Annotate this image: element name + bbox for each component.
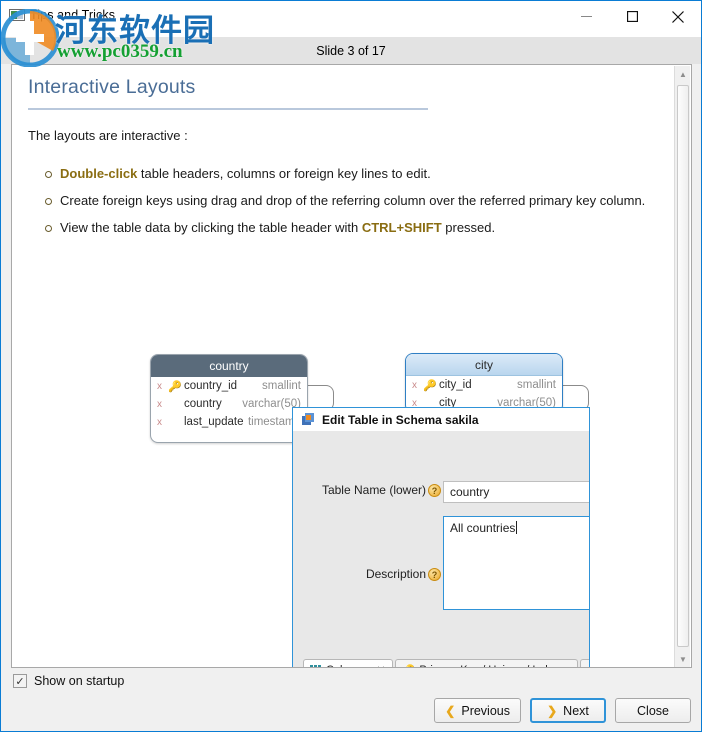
bullet-bold-0: Double-click bbox=[60, 166, 138, 181]
slide-lead-text: The layouts are interactive : bbox=[28, 128, 188, 143]
table-header-city[interactable]: city bbox=[406, 354, 562, 376]
list-item: Double-click table headers, columns or f… bbox=[45, 161, 654, 186]
bullet-text-1: Create foreign keys using drag and drop … bbox=[60, 193, 646, 208]
tab-foreign-key[interactable]: ↗ bbox=[579, 659, 589, 667]
nullable-marker-icon: x bbox=[157, 398, 162, 410]
text-caret bbox=[516, 521, 518, 534]
description-value: All countries bbox=[450, 521, 516, 535]
column-name: country bbox=[184, 398, 222, 410]
key-icon: 🔑 bbox=[168, 380, 182, 393]
table-name-value: country bbox=[450, 485, 490, 499]
tab-columns-label: Columns bbox=[326, 664, 369, 667]
table-name-input[interactable]: country bbox=[443, 481, 589, 503]
tab-primary-key[interactable]: 🔑 Primary Key / Unique / Indexes bbox=[394, 659, 578, 668]
description-label: Description bbox=[365, 567, 426, 581]
close-icon[interactable] bbox=[655, 1, 701, 32]
bullet-bold-2: CTRL+SHIFT bbox=[361, 220, 442, 235]
key-icon: 🔑 bbox=[402, 664, 416, 668]
diagram-table-country[interactable]: country x 🔑 country_id smallint x countr… bbox=[150, 354, 308, 443]
foreign-key-icon: ↗ bbox=[587, 663, 589, 667]
dialog-body: Table Name (lower) ? country Description… bbox=[293, 431, 589, 668]
column-name: country_id bbox=[184, 380, 238, 392]
previous-button-label: Previous bbox=[461, 703, 510, 718]
tab-close-icon[interactable]: ✕ bbox=[376, 664, 385, 668]
show-on-startup-label: Show on startup bbox=[34, 674, 125, 688]
description-label-row: Description ? bbox=[311, 567, 441, 581]
title-bar: Tips and Tricks bbox=[1, 1, 701, 37]
close-button[interactable]: Close bbox=[615, 698, 691, 723]
table-row[interactable]: x 🔑 country_id smallint bbox=[151, 377, 307, 395]
help-icon[interactable]: ? bbox=[428, 567, 441, 581]
nullable-marker-icon: x bbox=[412, 379, 417, 391]
scroll-down-icon[interactable]: ▼ bbox=[675, 651, 691, 667]
columns-icon bbox=[310, 664, 321, 667]
scroll-up-icon[interactable]: ▲ bbox=[675, 66, 691, 83]
chevron-right-icon: ❯ bbox=[547, 703, 558, 718]
dialog-footer-buttons: ❮ Previous ❯ Next Close bbox=[434, 698, 691, 723]
presentation-icon bbox=[9, 8, 26, 24]
maximize-icon[interactable] bbox=[609, 1, 655, 32]
slide-content-panel: Interactive Layouts The layouts are inte… bbox=[11, 64, 692, 668]
next-button-label: Next bbox=[563, 703, 589, 718]
table-cube-icon bbox=[302, 413, 314, 425]
bullet-text-0: table headers, columns or foreign key li… bbox=[137, 166, 431, 181]
dialog-title: Edit Table in Schema sakila bbox=[322, 412, 479, 427]
table-row[interactable]: x last_update timestamp bbox=[151, 413, 307, 431]
table-name-label: Table Name (lower) bbox=[321, 483, 426, 497]
tips-and-tricks-window: Tips and Tricks 河东软件园 www.pc0359.cn Slid… bbox=[0, 0, 702, 732]
show-on-startup-row[interactable]: ✓ Show on startup bbox=[13, 674, 124, 688]
key-icon: 🔑 bbox=[423, 379, 437, 392]
window-controls bbox=[563, 1, 701, 32]
nullable-marker-icon: x bbox=[157, 416, 162, 428]
next-button[interactable]: ❯ Next bbox=[530, 698, 606, 723]
column-type: smallint bbox=[517, 379, 556, 391]
bullet-list: Double-click table headers, columns or f… bbox=[38, 161, 654, 242]
column-type: smallint bbox=[262, 380, 301, 392]
scrollbar-thumb[interactable] bbox=[677, 85, 689, 647]
list-item: Create foreign keys using drag and drop … bbox=[45, 188, 654, 213]
bullet-tail-2: pressed. bbox=[441, 220, 496, 235]
minimize-icon[interactable] bbox=[563, 1, 609, 32]
table-header-country[interactable]: country bbox=[151, 355, 307, 377]
nullable-marker-icon: x bbox=[157, 380, 162, 392]
table-row[interactable]: x country varchar(50) bbox=[151, 395, 307, 413]
dialog-title-bar: Edit Table in Schema sakila bbox=[293, 408, 589, 431]
tab-primary-key-label: Primary Key / Unique / Indexes bbox=[419, 664, 571, 667]
show-on-startup-checkbox[interactable]: ✓ bbox=[13, 674, 27, 688]
vertical-scrollbar[interactable]: ▲ ▼ bbox=[674, 66, 691, 667]
tab-columns[interactable]: Columns ✕ bbox=[303, 659, 393, 667]
page-title: Interactive Layouts bbox=[28, 76, 196, 98]
diagram-table-city[interactable]: city x 🔑 city_id smallint x city varchar… bbox=[405, 353, 563, 413]
previous-button[interactable]: ❮ Previous bbox=[434, 698, 521, 723]
slide-content: Interactive Layouts The layouts are inte… bbox=[12, 65, 675, 667]
table-name-label-row: Table Name (lower) ? bbox=[311, 483, 441, 497]
slide-counter: Slide 3 of 17 bbox=[1, 37, 701, 64]
table-row[interactable]: x 🔑 city_id smallint bbox=[406, 376, 562, 394]
column-name: last_update bbox=[184, 416, 244, 428]
dialog-tabs: Columns ✕ 🔑 Primary Key / Unique / Index… bbox=[303, 659, 589, 668]
chevron-left-icon: ❮ bbox=[445, 703, 456, 718]
window-title: Tips and Tricks bbox=[30, 8, 116, 22]
help-icon[interactable]: ? bbox=[428, 483, 441, 497]
title-divider bbox=[28, 108, 428, 110]
description-textarea[interactable]: All countries bbox=[443, 516, 589, 610]
edit-table-dialog: Edit Table in Schema sakila Table Name (… bbox=[292, 407, 590, 667]
column-name: city_id bbox=[439, 379, 472, 391]
bullet-text-2: View the table data by clicking the tabl… bbox=[60, 220, 362, 235]
list-item: View the table data by clicking the tabl… bbox=[45, 215, 654, 240]
close-button-label: Close bbox=[637, 703, 669, 718]
